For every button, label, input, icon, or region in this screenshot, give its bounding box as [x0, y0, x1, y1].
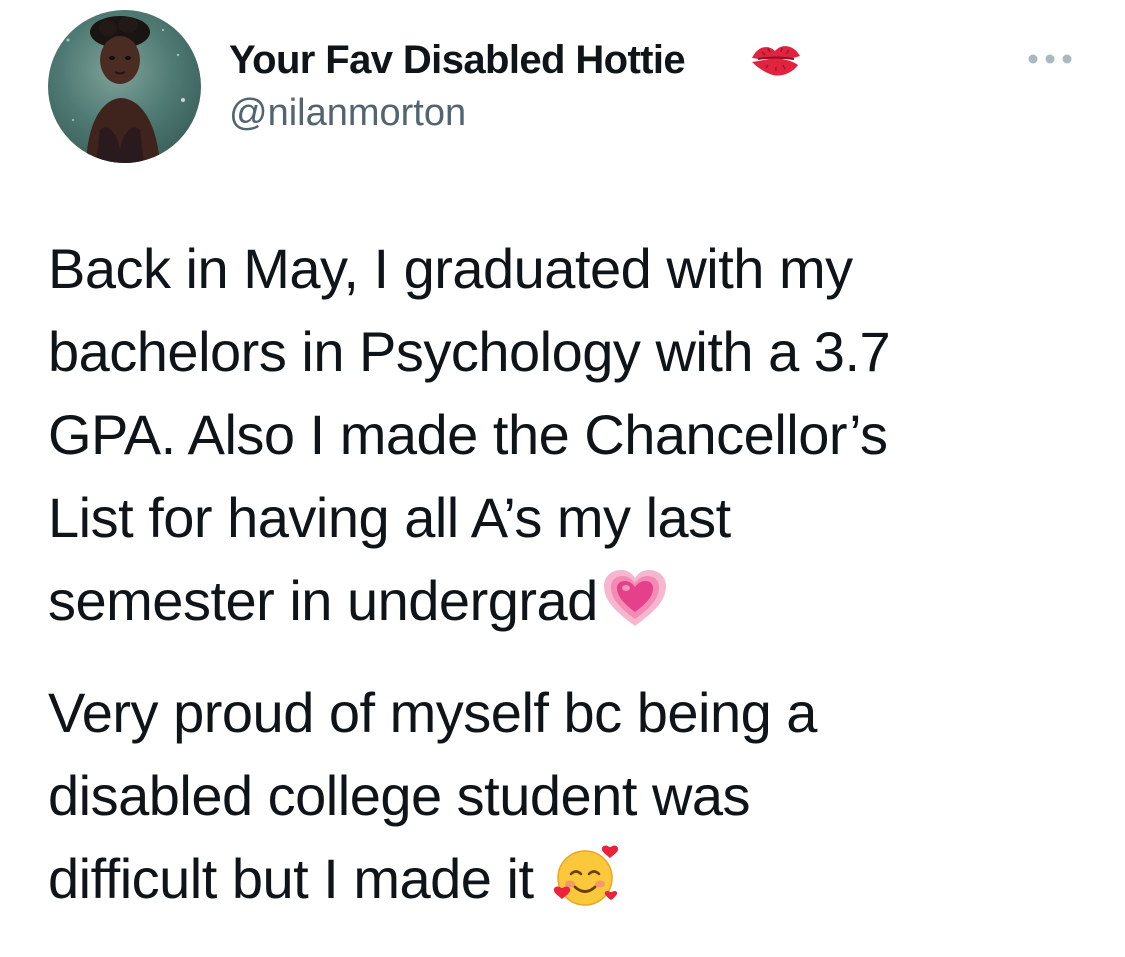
growing-heart-icon: [602, 568, 668, 652]
smiling-face-with-hearts-icon: [553, 844, 621, 930]
tweet-paragraph-1: Back in May, I graduated with my bachelo…: [48, 227, 1098, 652]
tweet-paragraph-1-text: Back in May, I graduated with my bachelo…: [48, 237, 891, 632]
kiss-mark-icon: [748, 38, 804, 82]
avatar[interactable]: [48, 10, 201, 163]
more-options-button[interactable]: [1022, 44, 1078, 74]
tweet-paragraph-2: Very proud of myself bc being a disabled…: [48, 671, 1098, 930]
avatar-image: [66, 16, 185, 163]
display-name[interactable]: Your Fav Disabled Hottie: [229, 36, 686, 84]
tweet-card: Your Fav Disabled Hottie @nilanmorton Ba…: [0, 0, 1125, 957]
user-handle[interactable]: @nilanmorton: [229, 90, 466, 136]
more-horizontal-icon: [1028, 54, 1072, 64]
tweet-paragraph-2-text: Very proud of myself bc being a disabled…: [48, 681, 817, 910]
